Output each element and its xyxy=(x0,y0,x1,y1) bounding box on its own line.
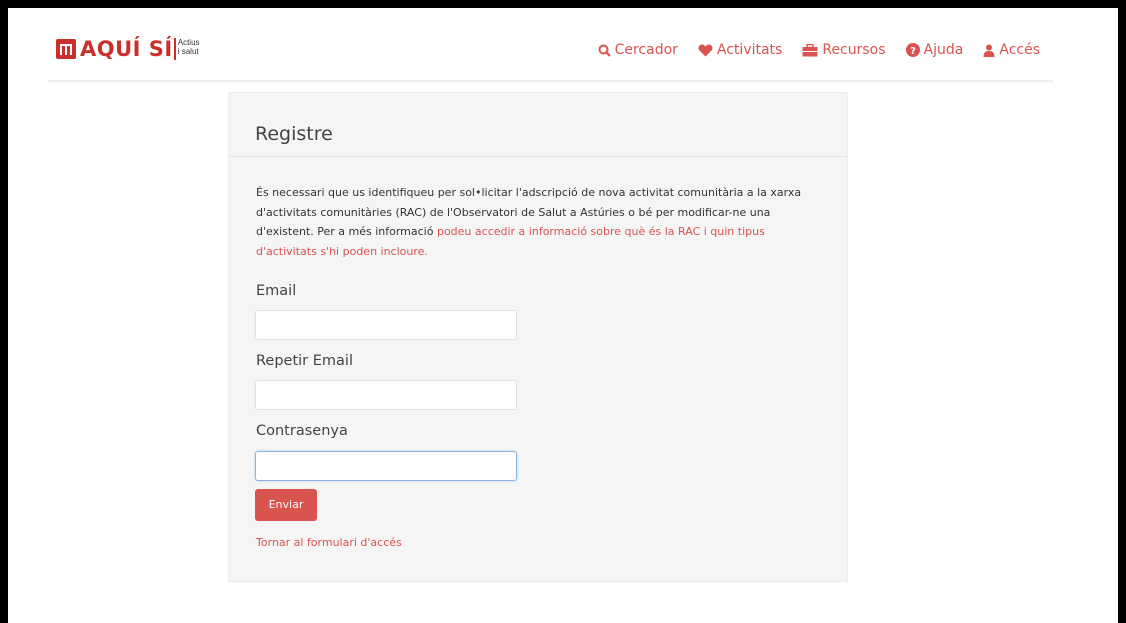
nav-item-ajuda[interactable]: ? Ajuda xyxy=(905,42,964,58)
brand-subtitle-line2: i salut xyxy=(177,47,199,56)
email-label: Email xyxy=(256,283,297,299)
password-field[interactable] xyxy=(255,451,517,481)
heart-icon xyxy=(698,44,713,56)
nav-item-label: Cercador xyxy=(614,42,678,58)
search-icon xyxy=(598,44,611,57)
nav-item-cercador[interactable]: Cercador xyxy=(598,42,678,58)
question-icon: ? xyxy=(905,43,920,57)
nav-item-recursos[interactable]: Recursos xyxy=(802,42,886,58)
repeat-email-field[interactable] xyxy=(255,380,517,410)
submit-button[interactable]: Enviar xyxy=(255,489,317,521)
nav-item-label: Recursos xyxy=(822,42,886,58)
register-panel: Registre És necessari que us identifique… xyxy=(228,92,848,582)
brand-name: AQUÍ SÍ xyxy=(80,37,173,61)
panel-divider xyxy=(229,156,847,157)
nav-item-label: Ajuda xyxy=(923,42,964,58)
nav-item-label: Activitats xyxy=(716,42,783,58)
page-title: Registre xyxy=(255,123,333,145)
brand-subtitle-line1: Actius xyxy=(177,38,200,47)
user-icon xyxy=(983,44,995,57)
nav-item-label: Accés xyxy=(999,42,1040,58)
nav-item-acces[interactable]: Accés xyxy=(983,42,1040,58)
briefcase-icon xyxy=(802,43,818,56)
browser-viewport: AQUÍ SÍ Actius i salut Cercador Activita… xyxy=(8,8,1118,623)
top-navbar: AQUÍ SÍ Actius i salut Cercador Activita… xyxy=(8,8,1118,80)
svg-text:?: ? xyxy=(910,46,916,57)
brand-subtitle: Actius i salut xyxy=(178,38,200,56)
brand-logo[interactable]: AQUÍ SÍ Actius i salut xyxy=(56,36,200,62)
password-label: Contrasenya xyxy=(256,423,348,439)
navbar-shadow xyxy=(48,80,1053,83)
logo-divider xyxy=(173,38,176,60)
repeat-email-label: Repetir Email xyxy=(256,353,353,369)
main-nav: Cercador Activitats Recursos ? Ajuda Acc… xyxy=(578,42,1040,58)
email-field[interactable] xyxy=(255,310,517,340)
back-to-login-link[interactable]: Tornar al formulari d'accés xyxy=(256,536,402,549)
logo-mark-icon xyxy=(56,39,76,59)
nav-item-activitats[interactable]: Activitats xyxy=(698,42,782,58)
intro-paragraph: És necessari que us identifiqueu per sol… xyxy=(256,183,826,261)
